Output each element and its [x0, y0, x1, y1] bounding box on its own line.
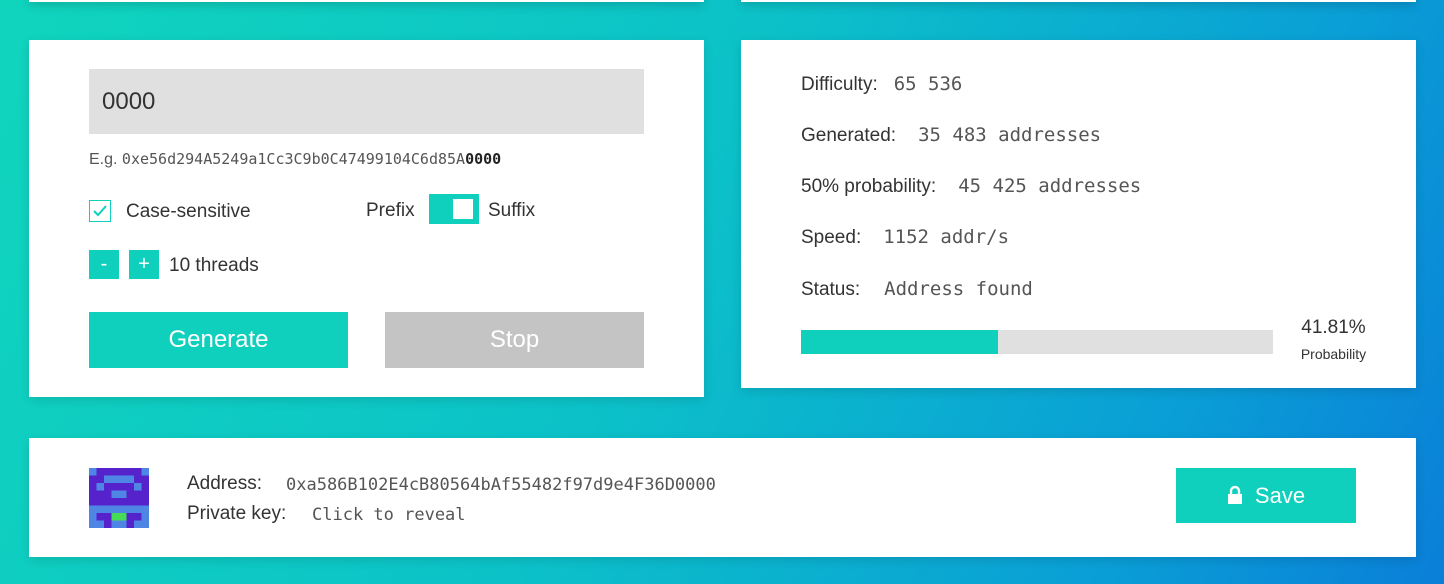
previous-panel-edge — [29, 0, 704, 2]
reveal-private-key[interactable]: Click to reveal — [312, 505, 466, 525]
probability50-row: 50% probability: 45 425 addresses — [801, 175, 1141, 198]
example-address: E.g. 0xe56d294A5249a1Cc3C9b0C47499104C6d… — [89, 150, 501, 169]
example-address-start: 0xe56d294A5249a1Cc3C9b0C47499104C6d85A — [121, 150, 466, 168]
difficulty-value: 65 536 — [893, 73, 963, 95]
vanity-pattern-input[interactable] — [89, 69, 644, 134]
status-value: Address found — [884, 278, 1033, 300]
threads-count: 10 threads — [169, 255, 259, 276]
probability50-value: 45 425 addresses — [958, 175, 1142, 197]
generated-row: Generated: 35 483 addresses — [801, 124, 1101, 147]
prefix-suffix-toggle[interactable] — [429, 194, 479, 224]
status-label: Status: — [801, 279, 861, 300]
identicon — [89, 468, 149, 528]
status-row: Status: Address found — [801, 278, 1033, 301]
address-value[interactable]: 0xa586B102E4cB80564bAf55482f97d9e4F36D00… — [286, 475, 716, 495]
speed-value: 1152 addr/s — [883, 226, 1010, 248]
lock-icon — [1227, 485, 1242, 504]
check-icon — [93, 205, 107, 217]
generator-panel: E.g. 0xe56d294A5249a1Cc3C9b0C47499104C6d… — [29, 40, 704, 397]
increase-threads-button[interactable]: + — [129, 250, 159, 279]
probability-label: Probability — [1300, 346, 1367, 362]
suffix-label: Suffix — [488, 200, 536, 221]
toggle-knob — [453, 199, 473, 219]
save-label: Save — [1254, 483, 1306, 508]
result-panel: Address: 0xa586B102E4cB80564bAf55482f97d… — [29, 438, 1416, 557]
previous-panel-edge — [741, 0, 1416, 2]
difficulty-row: Difficulty: 65 536 — [801, 73, 962, 96]
address-label: Address: — [187, 473, 262, 494]
difficulty-label: Difficulty: — [801, 74, 878, 95]
generated-value: 35 483 addresses — [918, 124, 1102, 146]
save-button[interactable]: Save — [1176, 468, 1356, 523]
example-prefix: E.g. — [89, 151, 118, 168]
probability50-label: 50% probability: — [801, 176, 937, 197]
generated-label: Generated: — [801, 125, 897, 146]
speed-row: Speed: 1152 addr/s — [801, 226, 1009, 249]
stats-panel: Difficulty: 65 536 Generated: 35 483 addre… — [741, 40, 1416, 388]
stop-button[interactable]: Stop — [385, 312, 644, 368]
case-sensitive-label: Case-sensitive — [126, 201, 251, 222]
probability-value: 41.81% — [1301, 317, 1366, 338]
decrease-threads-button[interactable]: - — [89, 250, 119, 279]
probability-progress-fill — [801, 330, 998, 354]
probability-progress-bar — [801, 330, 1273, 354]
private-key-label: Private key: — [187, 503, 287, 524]
speed-label: Speed: — [801, 227, 862, 248]
generate-button[interactable]: Generate — [89, 312, 348, 368]
prefix-label: Prefix — [366, 200, 415, 221]
case-sensitive-checkbox[interactable] — [89, 200, 111, 222]
example-address-match: 0000 — [465, 150, 502, 168]
